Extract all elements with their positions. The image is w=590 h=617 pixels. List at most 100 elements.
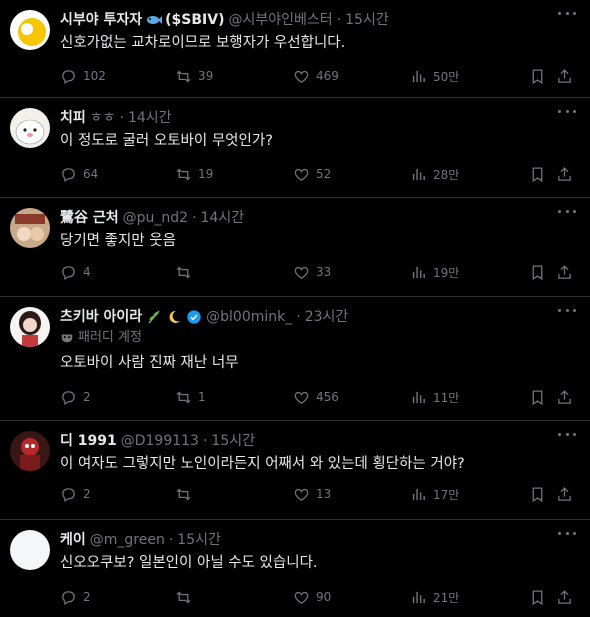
share-icon — [558, 264, 571, 279]
views-button[interactable]: 21만 — [410, 587, 459, 607]
bookmark-button[interactable] — [529, 66, 546, 86]
share-button[interactable] — [556, 66, 573, 86]
separator-dot: · — [119, 110, 124, 126]
reply-tweet[interactable]: 치피 ㅎㅎ · 14시간 이 정도로 굴러 오토바이 무엇인가? 64 19 5… — [0, 98, 590, 198]
display-name[interactable]: 츠키바 아이라 — [60, 307, 142, 327]
reply-tweet[interactable]: 츠키바 아이라 @bl00mink_ · 23시간 패러디 계정 오토바이 사람… — [0, 297, 590, 421]
like-button[interactable]: 13 — [293, 484, 331, 504]
like-count: 456 — [316, 390, 339, 404]
bookmark-button[interactable] — [529, 387, 546, 407]
view-count: 17만 — [433, 487, 460, 502]
handle[interactable]: @bl00mink_ — [206, 307, 292, 327]
action-bar: 2 13 17만 — [60, 484, 580, 504]
mask-icon — [61, 334, 73, 343]
retweet-button[interactable] — [175, 587, 198, 607]
more-options-icon[interactable] — [558, 110, 576, 116]
reply-button[interactable]: 4 — [60, 262, 91, 282]
timestamp[interactable]: 14시간 — [201, 208, 245, 228]
bookmark-icon — [532, 68, 543, 84]
display-name[interactable]: 디 1991 — [60, 431, 117, 451]
reply-button[interactable]: 64 — [60, 164, 98, 184]
more-options-icon[interactable] — [558, 309, 576, 315]
like-button[interactable]: 456 — [293, 387, 339, 407]
display-name[interactable]: 鷺谷 근처 — [60, 208, 119, 228]
like-button[interactable]: 52 — [293, 164, 331, 184]
share-button[interactable] — [556, 164, 573, 184]
views-button[interactable]: 28만 — [410, 164, 459, 184]
share-button[interactable] — [556, 587, 573, 607]
views-button[interactable]: 11만 — [410, 387, 459, 407]
avatar[interactable] — [10, 431, 50, 471]
views-chart-icon — [412, 70, 425, 82]
action-bar: 102 39 469 50만 — [60, 66, 580, 86]
reply-button[interactable]: 2 — [60, 387, 91, 407]
retweet-button[interactable]: 19 — [175, 164, 213, 184]
retweet-button[interactable]: 39 — [175, 66, 213, 86]
share-button[interactable] — [556, 262, 573, 282]
share-button[interactable] — [556, 387, 573, 407]
handle[interactable]: @pu_nd2 — [123, 208, 188, 228]
reply-button[interactable]: 2 — [60, 484, 91, 504]
more-options-icon[interactable] — [558, 210, 576, 216]
reply-tweet[interactable]: 시부야 투자자 ($SBIV) @시부야인베스터 · 15시간 신호가없는 교차… — [0, 0, 590, 98]
bookmark-icon — [532, 166, 543, 182]
display-name[interactable]: 케이 — [60, 530, 86, 550]
more-options-icon[interactable] — [558, 532, 576, 538]
share-icon — [558, 68, 571, 83]
view-count: 28만 — [433, 167, 460, 182]
heart-icon — [294, 266, 309, 279]
bookmark-icon — [532, 486, 543, 502]
parody-label: 패러디 계정 — [60, 329, 580, 347]
tweet-text: 신호가없는 교차로이므로 보행자가 우선합니다. — [60, 35, 346, 51]
avatar[interactable] — [10, 108, 50, 148]
display-name-suffix[interactable]: ($SBIV) — [165, 10, 224, 30]
share-icon — [558, 486, 571, 501]
display-name[interactable]: 치피 — [60, 108, 86, 128]
like-count: 33 — [316, 265, 332, 279]
retweet-button[interactable]: 1 — [175, 387, 206, 407]
avatar[interactable] — [10, 10, 50, 50]
avatar[interactable] — [10, 530, 50, 570]
handle[interactable]: @m_green — [90, 530, 165, 550]
timestamp[interactable]: 14시간 — [128, 108, 172, 128]
tweet-text: 오토바이 사람 진짜 재난 너무 — [60, 355, 239, 371]
handle[interactable]: ㅎㅎ — [90, 108, 116, 128]
view-count: 50만 — [433, 69, 460, 84]
reply-tweet[interactable]: 케이 @m_green · 15시간 신오오쿠보? 일본인이 아닐 수도 있습니… — [0, 520, 590, 617]
views-button[interactable]: 19만 — [410, 262, 459, 282]
retweet-button[interactable] — [175, 484, 198, 504]
timestamp[interactable]: 15시간 — [345, 10, 389, 30]
heart-icon — [294, 168, 309, 181]
separator-dot: · — [296, 309, 301, 325]
more-options-icon[interactable] — [558, 12, 576, 18]
more-options-icon[interactable] — [558, 433, 576, 439]
bookmark-button[interactable] — [529, 262, 546, 282]
avatar[interactable] — [10, 307, 50, 347]
reply-button[interactable]: 2 — [60, 587, 91, 607]
avatar[interactable] — [10, 208, 50, 248]
like-button[interactable]: 90 — [293, 587, 331, 607]
heart-icon — [294, 391, 309, 404]
retweet-button[interactable] — [175, 262, 198, 282]
handle[interactable]: @D199113 — [121, 431, 199, 451]
reply-button[interactable]: 102 — [60, 66, 106, 86]
like-button[interactable]: 469 — [293, 66, 339, 86]
heart-icon — [294, 591, 309, 604]
reply-tweet[interactable]: 디 1991 @D199113 · 15시간 이 여자도 그렇지만 노인이라든지… — [0, 421, 590, 520]
views-button[interactable]: 50만 — [410, 66, 459, 86]
handle[interactable]: @시부야인베스터 — [229, 10, 333, 30]
like-button[interactable]: 33 — [293, 262, 331, 282]
reply-tweet[interactable]: 鷺谷 근처 @pu_nd2 · 14시간 당기면 좋지만 웃음 4 33 19만 — [0, 198, 590, 297]
timestamp[interactable]: 15시간 — [177, 530, 221, 550]
bookmark-button[interactable] — [529, 587, 546, 607]
share-button[interactable] — [556, 484, 573, 504]
views-button[interactable]: 17만 — [410, 484, 459, 504]
like-count: 13 — [316, 487, 332, 501]
timestamp[interactable]: 23시간 — [305, 307, 349, 327]
like-count: 469 — [316, 69, 339, 83]
display-name[interactable]: 시부야 투자자 — [60, 10, 142, 30]
timestamp[interactable]: 15시간 — [211, 431, 255, 451]
separator-dot: · — [336, 12, 342, 28]
bookmark-button[interactable] — [529, 164, 546, 184]
bookmark-button[interactable] — [529, 484, 546, 504]
